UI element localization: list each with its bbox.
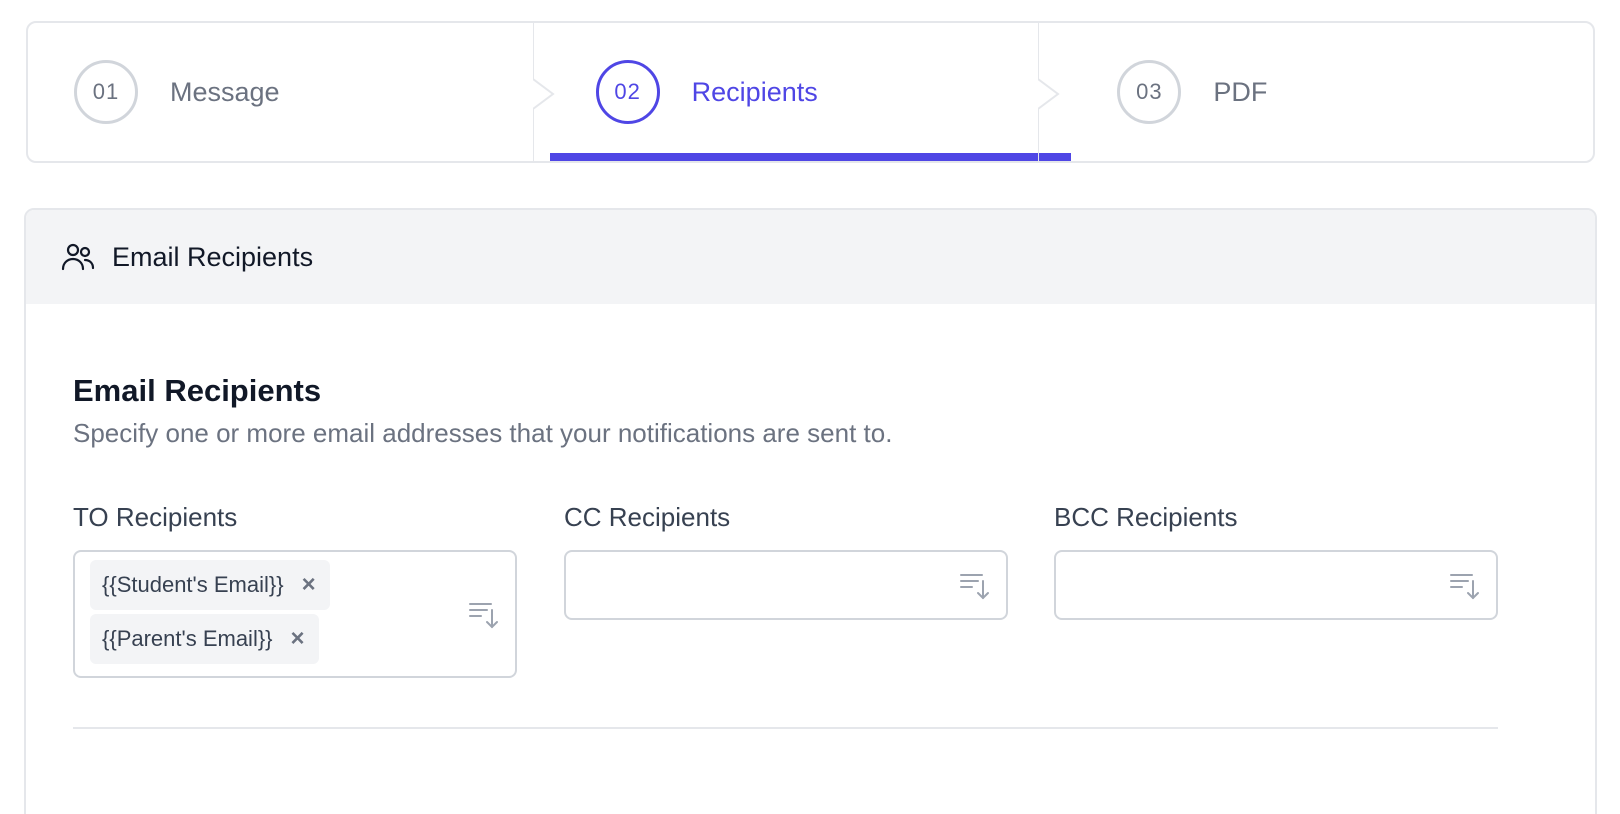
step-message[interactable]: 01 Message <box>28 23 550 161</box>
chip-label: {{Student's Email}} <box>102 572 284 597</box>
step-label: PDF <box>1213 76 1268 107</box>
step-number: 02 <box>595 60 660 124</box>
step-label: Recipients <box>691 76 818 107</box>
to-recipients-label: TO Recipients <box>73 502 238 532</box>
step-label: Message <box>170 76 280 107</box>
bcc-recipients-field: BCC Recipients <box>1054 502 1498 620</box>
cc-recipients-field: CC Recipients <box>564 502 1008 620</box>
recipient-chip: {{Parent's Email}} × <box>90 614 319 664</box>
users-icon <box>60 239 96 275</box>
to-recipients-select[interactable]: {{Student's Email}} × {{Parent's Email}}… <box>73 550 517 678</box>
close-icon[interactable]: × <box>302 573 316 597</box>
email-recipients-panel: Email Recipients Email Recipients Specif… <box>24 208 1597 814</box>
cc-recipients-label: CC Recipients <box>564 502 731 532</box>
section-divider <box>73 727 1498 729</box>
step-number: 03 <box>1117 60 1182 124</box>
close-icon[interactable]: × <box>291 627 305 651</box>
sort-descending-icon[interactable] <box>958 568 992 602</box>
step-separator-chevron <box>1038 23 1064 161</box>
step-pdf[interactable]: 03 PDF <box>1071 23 1593 161</box>
cc-recipients-select[interactable] <box>564 550 1008 620</box>
section-description: Specify one or more email addresses that… <box>73 418 893 448</box>
recipient-chip: {{Student's Email}} × <box>90 560 330 610</box>
chip-label: {{Parent's Email}} <box>102 626 273 651</box>
step-number: 01 <box>74 60 138 124</box>
sort-descending-icon[interactable] <box>1448 568 1482 602</box>
bcc-recipients-select[interactable] <box>1054 550 1498 620</box>
step-separator-chevron <box>533 23 559 161</box>
bcc-recipients-label: BCC Recipients <box>1054 502 1238 532</box>
panel-header: Email Recipients <box>26 210 1595 304</box>
sort-descending-icon[interactable] <box>467 597 501 631</box>
to-recipients-field: TO Recipients {{Student's Email}} × {{Pa… <box>73 502 517 678</box>
panel-title: Email Recipients <box>112 241 314 272</box>
step-recipients[interactable]: 02 Recipients <box>549 23 1072 161</box>
stepper: 01 Message 02 Recipients 03 PDF <box>26 21 1595 163</box>
section-title: Email Recipients <box>73 373 322 408</box>
